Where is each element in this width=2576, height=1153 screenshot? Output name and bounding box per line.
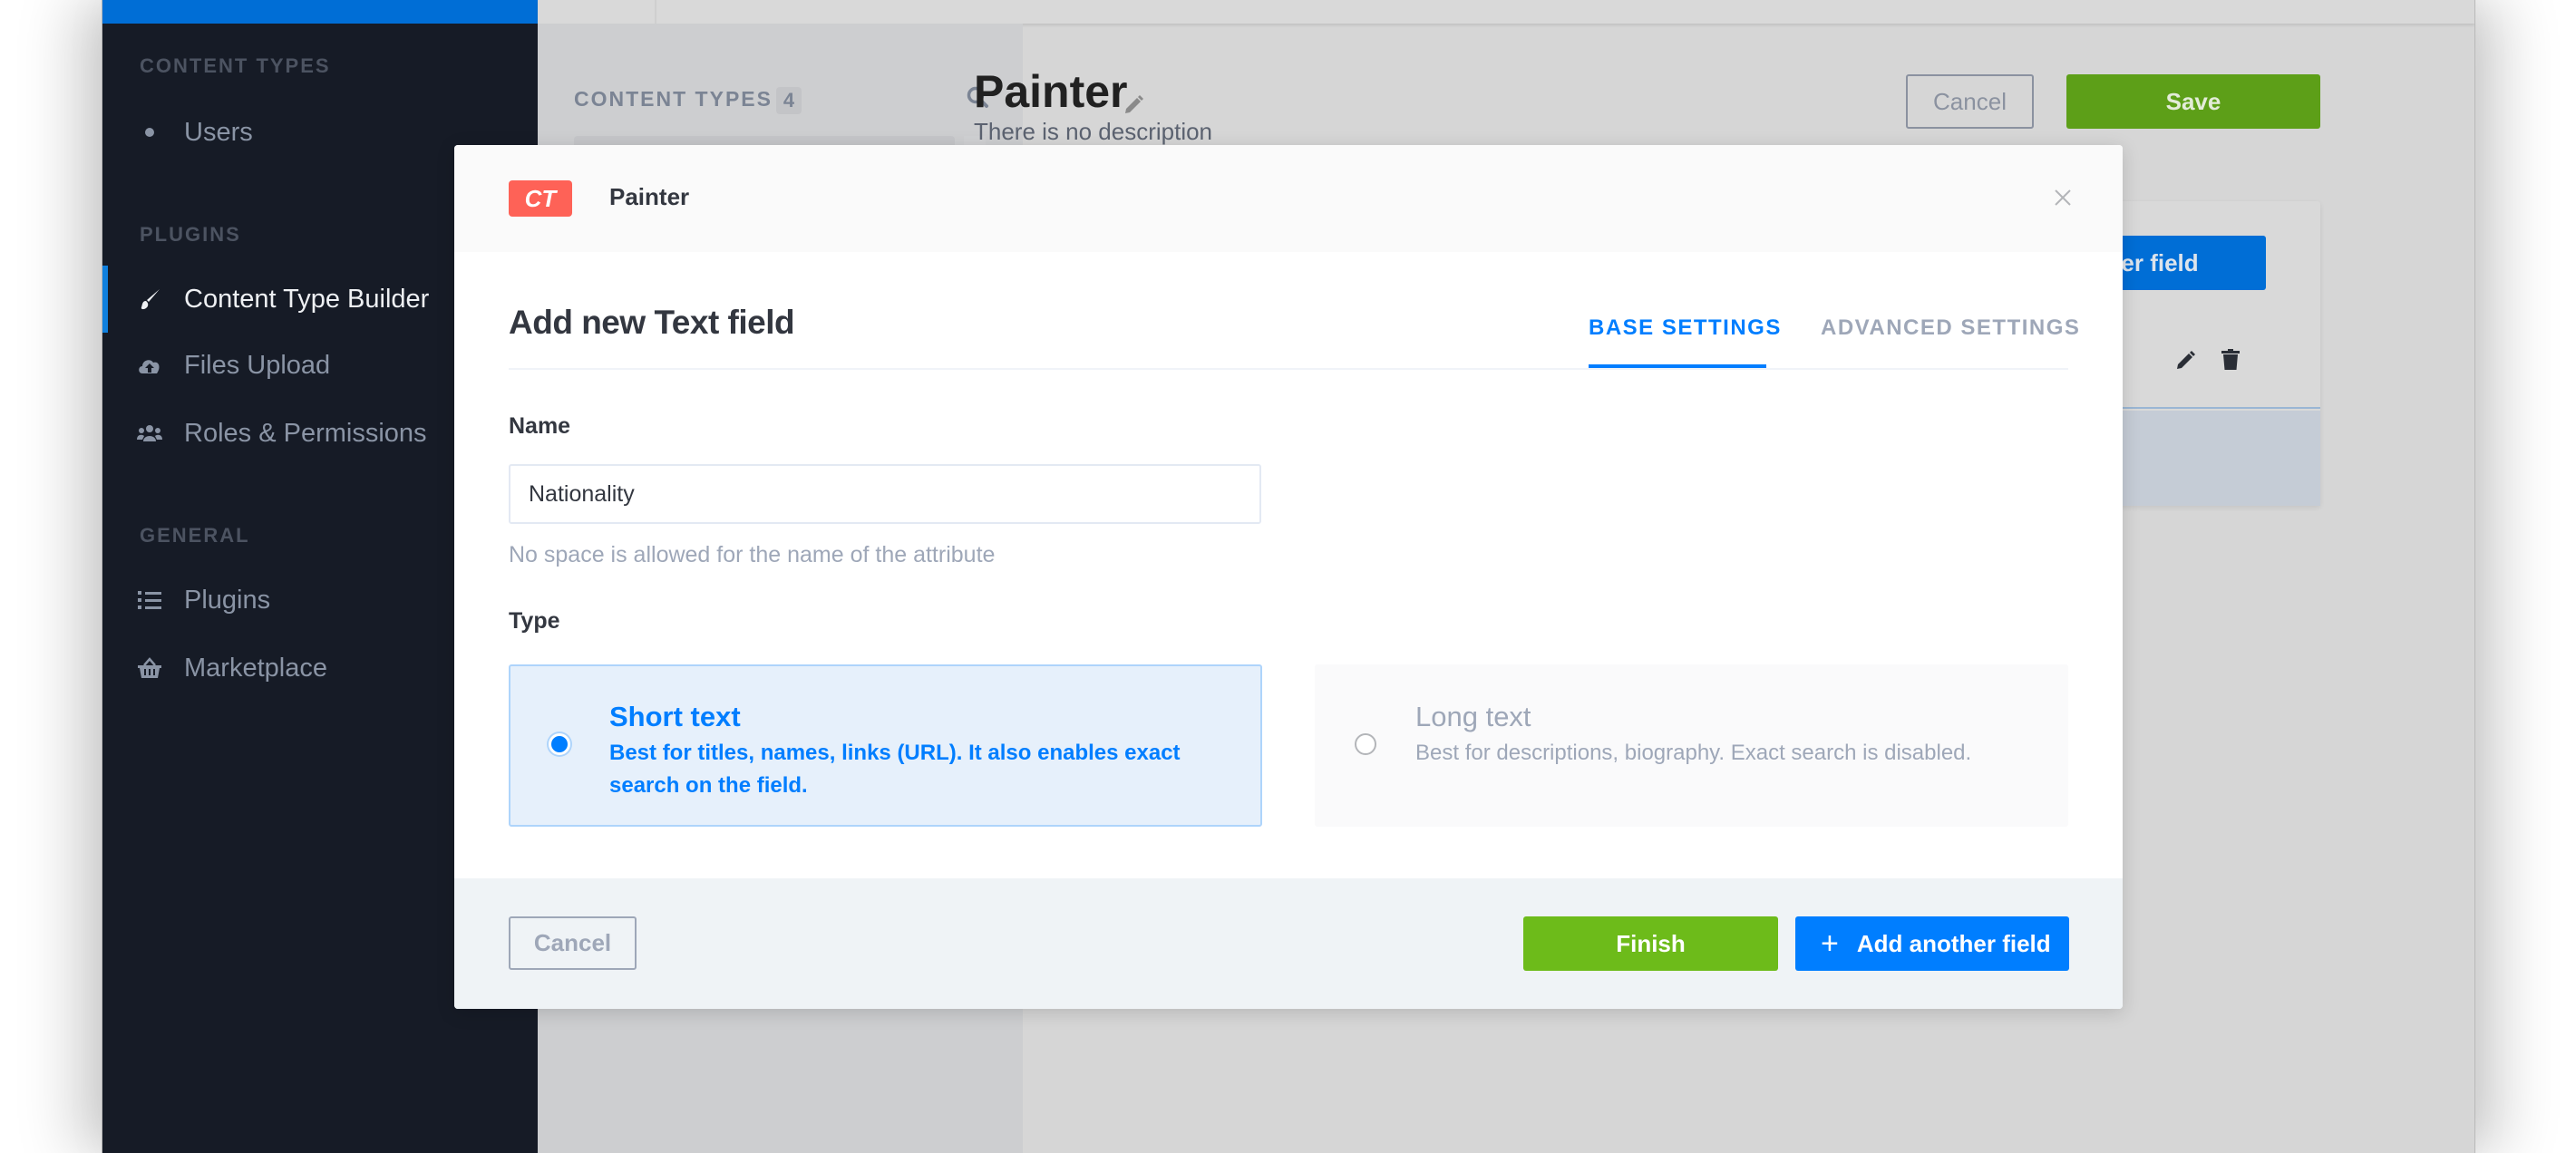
modal-footer: Cancel Finish + Add another field [454,878,2123,1009]
tab-advanced-settings[interactable]: ADVANCED SETTINGS [1821,315,2080,341]
sidebar-section-plugins: PLUGINS [140,223,241,246]
cloud-upload-icon [137,353,162,378]
tabs-divider [509,368,2068,370]
content-types-panel-title: CONTENT TYPES [574,87,773,111]
content-type-badge: CT [509,180,572,217]
page-cancel-button[interactable]: Cancel [1906,74,2034,129]
pencil-icon[interactable] [2175,349,2197,371]
close-icon[interactable] [2046,181,2079,214]
content-types-count-badge: 4 [776,87,802,114]
paintbrush-icon [137,286,162,312]
sidebar-item-label: Roles & Permissions [184,418,427,448]
edit-title-pencil-icon[interactable] [1123,94,1144,116]
bullet-icon [137,120,162,145]
page-title: Painter [974,66,1128,117]
tab-base-settings[interactable]: BASE SETTINGS [1589,315,1782,341]
sidebar-item-label: Files Upload [184,350,331,380]
sidebar-item-label: Marketplace [184,653,327,683]
finish-button[interactable]: Finish [1523,916,1778,971]
type-label: Type [509,608,560,634]
sidebar-logo-bar [102,0,538,24]
modal-content-type-name: Painter [609,183,690,210]
sidebar-section-general: GENERAL [140,524,250,547]
page-save-button[interactable]: Save [2066,74,2320,129]
add-field-modal: CT Painter Add new Text field BASE SETTI… [454,145,2123,1009]
name-label: Name [509,413,571,439]
type-option-long-text[interactable]: Long text Best for descriptions, biograp… [1315,664,2068,827]
type-option-description: Best for descriptions, biography. Exact … [1415,741,1972,765]
name-hint: No space is allowed for the name of the … [509,542,996,567]
type-option-short-text[interactable]: Short text Best for titles, names, links… [509,664,1262,827]
modal-title: Add new Text field [509,304,795,341]
add-another-field-button[interactable]: + Add another field [1795,916,2069,971]
radio-selected[interactable] [549,733,570,755]
name-input[interactable] [509,464,1261,524]
type-option-title: Short text [609,701,741,732]
sidebar-item-label: Content Type Builder [184,284,430,314]
type-option-title: Long text [1415,701,1531,732]
sidebar-item-label: Users [184,117,253,147]
type-option-description: Best for titles, names, links (URL). It … [609,741,1181,798]
add-another-field-label: Add another field [1856,929,2051,957]
modal-header: CT Painter [454,145,2123,252]
trash-icon[interactable] [2221,349,2241,371]
plus-icon: + [1821,926,1839,961]
sidebar-item-label: Plugins [184,585,271,615]
sidebar-section-content-types: CONTENT TYPES [140,54,331,77]
page-description: There is no description [974,118,1213,145]
top-bar [538,0,2474,24]
radio-unselected[interactable] [1355,733,1376,755]
users-icon [137,421,162,446]
top-bar-divider [655,0,656,24]
list-icon [137,587,162,613]
basket-icon [137,655,162,681]
modal-cancel-button[interactable]: Cancel [509,916,637,970]
